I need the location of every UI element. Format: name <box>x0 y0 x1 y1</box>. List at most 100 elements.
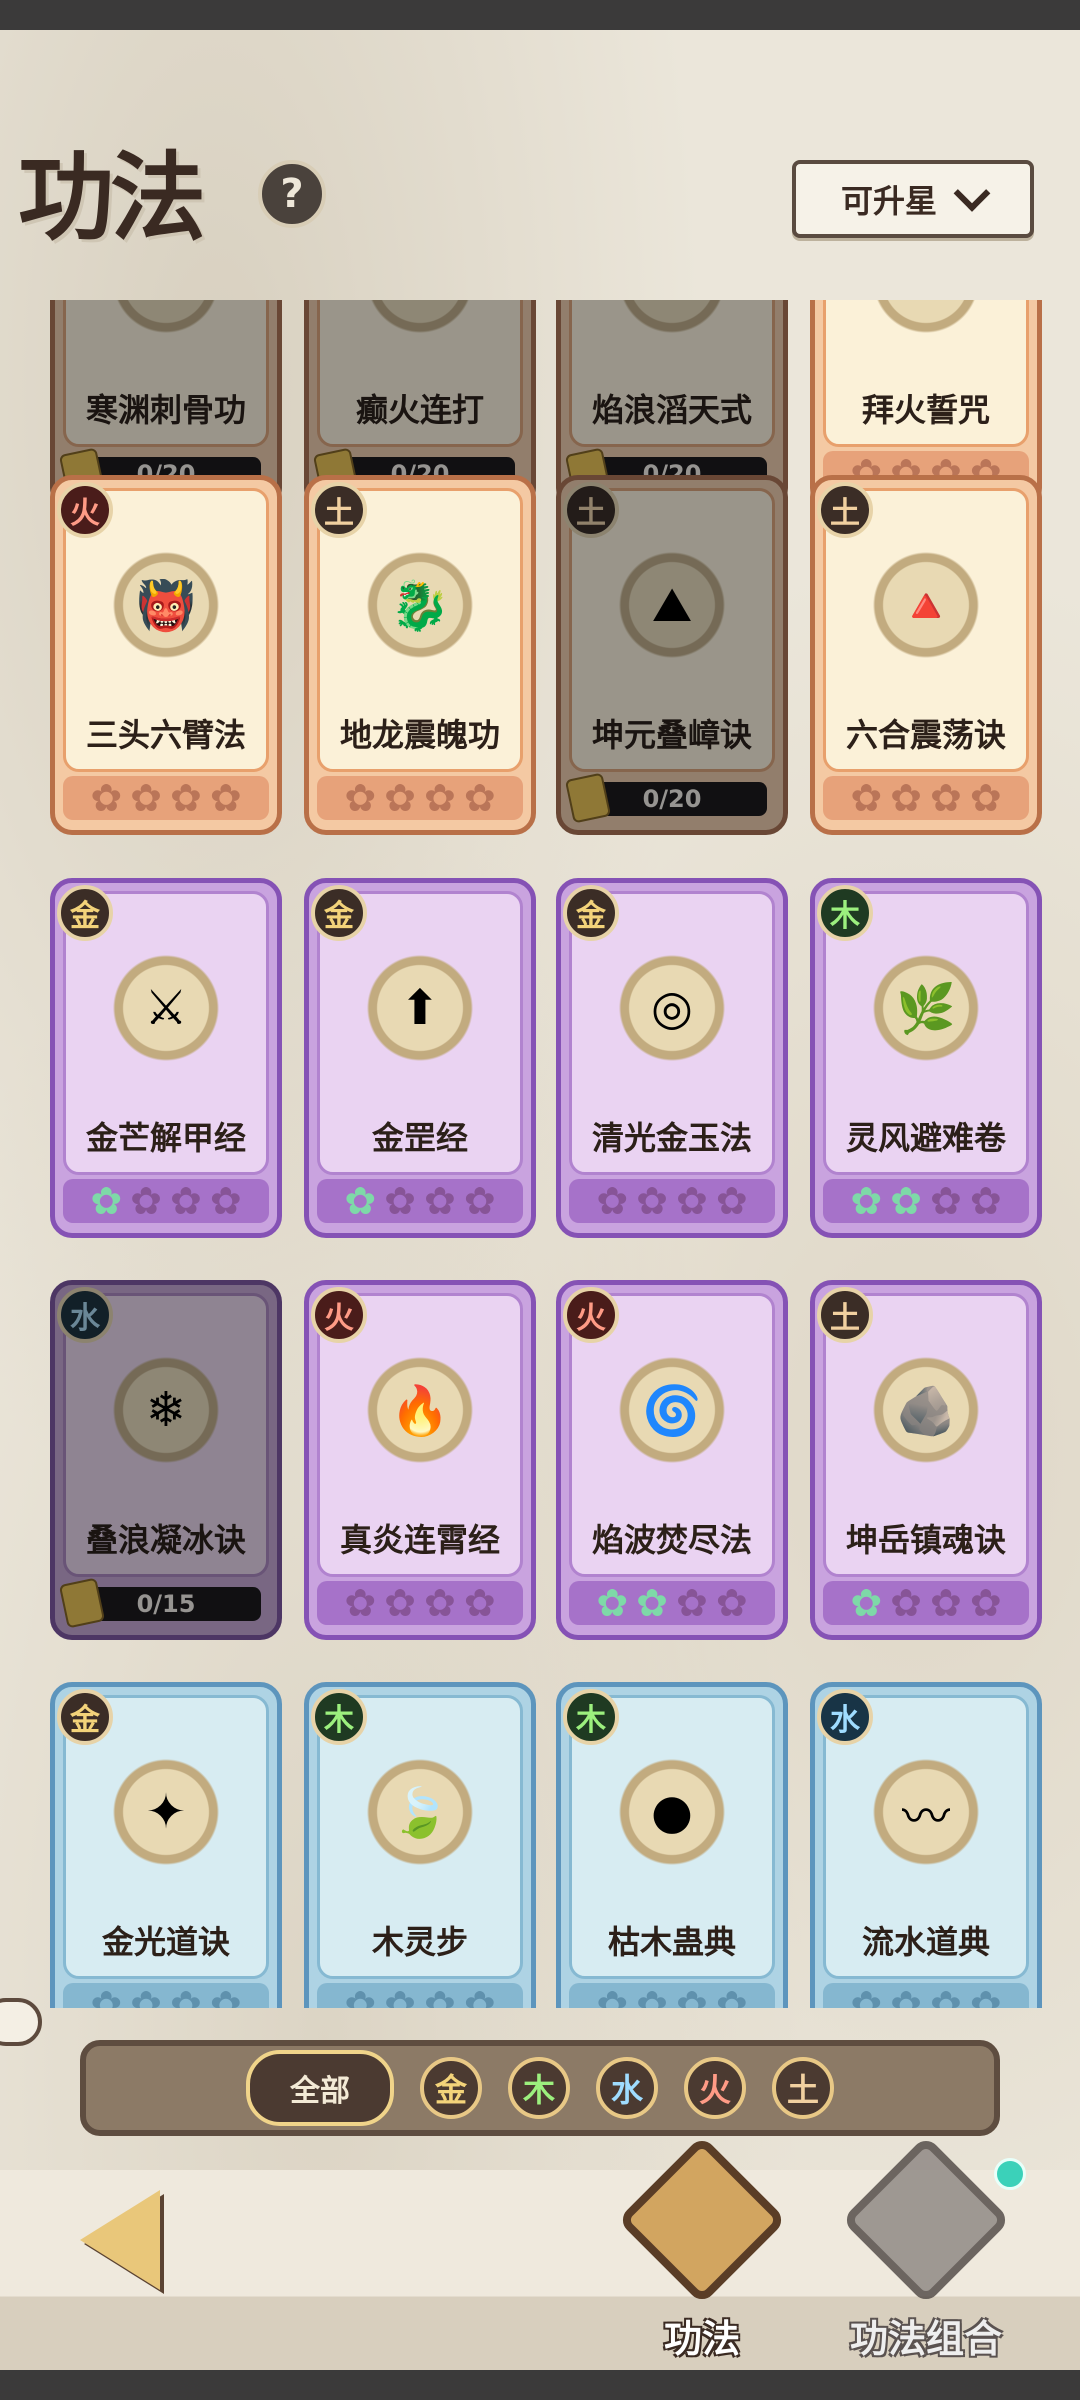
star-empty-icon: ✿ <box>424 1581 456 1625</box>
technique-card[interactable]: ◎ 清光金玉法 ✿ ✿ ✿ ✿ 金 <box>556 878 788 1238</box>
technique-card[interactable]: ❄ 叠浪凝冰诀 0/15 水 <box>50 1280 282 1640</box>
technique-card[interactable]: ● 枯木蛊典 ✿ ✿ ✿ ✿ 木 <box>556 1682 788 2008</box>
technique-icon: ⬆ <box>399 980 441 1036</box>
star-empty-icon: ✿ <box>930 776 962 820</box>
page-title: 功法 <box>18 141 206 254</box>
technique-card[interactable]: 🍃 木灵步 ✿ ✿ ✿ ✿ 木 <box>304 1682 536 2008</box>
star-empty-icon: ✿ <box>890 1581 922 1625</box>
star-empty-icon: ✿ <box>969 1983 1002 2008</box>
technique-card[interactable]: 🐉 地龙震魄功 ✿ ✿ ✿ ✿ 土 <box>304 475 536 835</box>
technique-name: 地龙震魄功 <box>339 716 500 754</box>
star-rating: ✿ ✿ ✿ ✿ <box>823 1983 1029 2008</box>
technique-icon: ❄ <box>145 1382 187 1438</box>
chevron-down-icon <box>953 174 991 212</box>
system-nav-bar <box>0 2370 1080 2400</box>
technique-art: ⚔ <box>91 933 241 1083</box>
technique-art <box>597 300 747 355</box>
technique-name: 坤元叠嶂诀 <box>591 716 752 754</box>
element-badge: 金 <box>57 1689 113 1745</box>
technique-card[interactable]: ⚔ 金芒解甲经 ✿ ✿ ✿ ✿ 金 <box>50 878 282 1238</box>
technique-art: ✦ <box>91 1737 241 1887</box>
star-empty-icon: ✿ <box>384 1179 416 1223</box>
technique-icon <box>345 300 495 355</box>
technique-icon: 👹 <box>136 577 196 634</box>
technique-icon <box>597 300 747 355</box>
technique-card[interactable]: ✦ 金光道诀 ✿ ✿ ✿ ✿ 金 <box>50 1682 282 2008</box>
technique-art: 🔥 <box>345 1335 495 1485</box>
puzzle-piece-icon <box>564 772 612 824</box>
star-empty-icon: ✿ <box>715 1179 748 1223</box>
star-empty-icon: ✿ <box>930 1983 962 2008</box>
filter-metal-button[interactable]: 金 <box>420 2057 482 2119</box>
element-badge: 木 <box>817 885 873 941</box>
filter-earth-button[interactable]: 土 <box>772 2057 834 2119</box>
star-empty-icon: ✿ <box>463 1581 496 1625</box>
star-empty-icon: ✿ <box>463 1179 496 1223</box>
star-empty-icon: ✿ <box>424 1179 456 1223</box>
filter-wood-button[interactable]: 木 <box>508 2057 570 2119</box>
star-filled-icon: ✿ <box>850 1179 883 1223</box>
technique-card[interactable]: 🌿 灵风避难卷 ✿ ✿ ✿ ✿ 木 <box>810 878 1042 1238</box>
star-empty-icon: ✿ <box>930 1581 962 1625</box>
star-filled-icon: ✿ <box>596 1983 629 2008</box>
star-empty-icon: ✿ <box>209 1179 242 1223</box>
star-empty-icon: ✿ <box>463 1983 496 2008</box>
technique-icon: ◎ <box>651 980 693 1036</box>
technique-card[interactable]: ⬆ 金罡经 ✿ ✿ ✿ ✿ 金 <box>304 878 536 1238</box>
technique-icon: 🔺 <box>896 577 956 634</box>
element-badge: 土 <box>817 1287 873 1343</box>
star-filled-icon: ✿ <box>209 1983 242 2008</box>
technique-icon: ✦ <box>145 1784 187 1840</box>
star-empty-icon: ✿ <box>930 1179 962 1223</box>
technique-card[interactable]: 🌀 焰波焚尽法 ✿ ✿ ✿ ✿ 火 <box>556 1280 788 1640</box>
technique-art: ◎ <box>597 933 747 1083</box>
technique-card[interactable]: 🔺 六合震荡诀 ✿ ✿ ✿ ✿ 土 <box>810 475 1042 835</box>
technique-card[interactable]: ⛰ 坤元叠嶂诀 0/20 土 <box>556 475 788 835</box>
star-empty-icon: ✿ <box>384 776 416 820</box>
filter-water-button[interactable]: 水 <box>596 2057 658 2119</box>
technique-name: 真炎连霄经 <box>339 1521 500 1559</box>
technique-card[interactable]: 🔥 真炎连霄经 ✿ ✿ ✿ ✿ 火 <box>304 1280 536 1640</box>
technique-icon: 〰 <box>901 1789 950 1845</box>
star-rating: ✿ ✿ ✿ ✿ <box>317 1581 523 1625</box>
element-filter-bar: 全部 金 木 水 火 土 <box>80 2040 1000 2136</box>
element-badge: 火 <box>57 482 113 538</box>
technique-art <box>91 300 241 355</box>
element-badge: 水 <box>57 1287 113 1343</box>
upgradeable-filter-dropdown[interactable]: 可升星 <box>792 160 1034 238</box>
technique-icon <box>851 300 1001 355</box>
technique-art: 〰 <box>851 1737 1001 1887</box>
technique-icon <box>91 300 241 355</box>
star-filled-icon: ✿ <box>384 1983 416 2008</box>
technique-name: 焰波焚尽法 <box>591 1521 752 1559</box>
element-badge: 金 <box>563 885 619 941</box>
fragment-progress-text: 0/20 <box>642 785 702 813</box>
technique-name: 癫火连打 <box>355 391 484 429</box>
technique-card[interactable]: 👹 三头六臂法 ✿ ✿ ✿ ✿ 火 <box>50 475 282 835</box>
technique-art: 🌀 <box>597 1335 747 1485</box>
technique-art: 🍃 <box>345 1737 495 1887</box>
star-empty-icon: ✿ <box>596 1179 629 1223</box>
technique-card[interactable]: 〰流水道典 ✿ ✿ ✿ ✿ 水 <box>810 1682 1042 2008</box>
star-empty-icon: ✿ <box>209 776 242 820</box>
technique-name: 三头六臂法 <box>85 716 246 754</box>
back-button[interactable] <box>40 2180 200 2300</box>
technique-name: 灵风避难卷 <box>845 1119 1006 1157</box>
help-button[interactable]: ? <box>258 160 326 228</box>
star-filled-icon: ✿ <box>90 1179 123 1223</box>
fragment-progress-text: 0/15 <box>136 1590 196 1618</box>
star-empty-icon: ✿ <box>344 1581 377 1625</box>
star-rating: ✿ ✿ ✿ ✿ <box>823 1179 1029 1223</box>
element-badge: 土 <box>817 482 873 538</box>
technique-name: 坤岳镇魂诀 <box>845 1521 1006 1559</box>
puzzle-piece-icon <box>58 1577 106 1629</box>
technique-art: 🌿 <box>851 933 1001 1083</box>
technique-name: 金光道诀 <box>101 1923 230 1961</box>
star-rating: ✿ ✿ ✿ ✿ <box>823 776 1029 820</box>
star-rating: ✿ ✿ ✿ ✿ <box>63 1983 269 2008</box>
nav-tab-techniques[interactable]: 功法 <box>602 2135 802 2370</box>
filter-fire-button[interactable]: 火 <box>684 2057 746 2119</box>
star-filled-icon: ✿ <box>344 1179 377 1223</box>
technique-card[interactable]: 🪨 坤岳镇魂诀 ✿ ✿ ✿ ✿ 土 <box>810 1280 1042 1640</box>
filter-all-button[interactable]: 全部 <box>246 2050 394 2126</box>
